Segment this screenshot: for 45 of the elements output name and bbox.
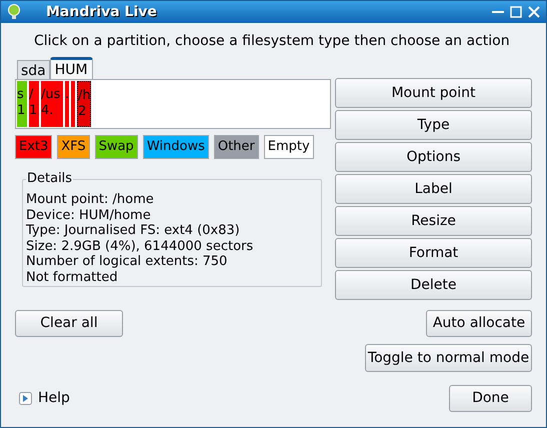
partition-label: s	[17, 87, 25, 103]
partition-label: /us	[41, 87, 62, 103]
filesystem-type-button[interactable]: XFS	[57, 135, 90, 159]
partition-block[interactable]: /us 4.	[41, 81, 63, 127]
detail-line: Type: Journalised FS: ext4 (0x83)	[26, 223, 241, 238]
partition-label: /	[29, 87, 34, 103]
detail-line: Mount point: /home	[26, 192, 155, 208]
filesystem-type-button[interactable]: Swap	[94, 135, 138, 159]
partition-block[interactable]: s 1	[17, 81, 27, 127]
filesystem-type-button[interactable]: Ext3	[15, 135, 52, 159]
bulb-icon	[7, 4, 21, 20]
action-button[interactable]: Type	[335, 110, 532, 140]
disk-tab[interactable]: sda	[17, 60, 50, 79]
clear-all-button[interactable]: Clear all	[15, 310, 123, 337]
partition-label: 4.	[41, 103, 54, 119]
done-button[interactable]: Done	[449, 385, 532, 412]
partition-label: /h	[78, 88, 90, 104]
filesystem-type-button[interactable]: Windows	[142, 135, 209, 159]
partition-block[interactable]: .	[65, 81, 69, 127]
filesystem-type-button[interactable]: Other	[214, 135, 259, 159]
detail-line: Device: HUM/home	[26, 208, 152, 223]
partition-label: 1	[17, 103, 26, 119]
detail-line: Number of logical extents: 750	[26, 254, 228, 270]
action-button[interactable]: Options	[335, 142, 532, 172]
toggle-mode-button[interactable]: Toggle to normal mode	[365, 344, 532, 372]
maximize-icon[interactable]	[510, 6, 522, 18]
partition-label: .	[65, 87, 69, 103]
action-button[interactable]: Format	[335, 238, 532, 268]
window-title: Mandriva Live	[46, 2, 157, 22]
action-button[interactable]: Resize	[335, 206, 532, 236]
action-button[interactable]: Mount point	[335, 78, 532, 108]
help-button[interactable]: Help	[19, 388, 70, 409]
partition-label: 2	[78, 104, 88, 120]
partition-block[interactable]: /h 2	[77, 81, 91, 127]
partition-block[interactable]: / 1	[29, 81, 39, 127]
partition-label: 1	[29, 103, 38, 119]
detail-line: Not formatted	[26, 270, 119, 285]
detail-line: Size: 2.9GB (4%), 6144000 sectors	[26, 238, 254, 254]
action-button[interactable]: Delete	[335, 270, 532, 300]
action-button[interactable]: Label	[335, 174, 532, 204]
instruction-text: Click on a partition, choose a filesystem type then choose an action	[34, 32, 511, 51]
auto-allocate-button[interactable]: Auto allocate	[426, 310, 532, 337]
disk-tab[interactable]: HUM	[50, 57, 93, 79]
filesystem-type-button[interactable]: Empty	[264, 135, 314, 159]
close-icon[interactable]	[528, 6, 540, 18]
